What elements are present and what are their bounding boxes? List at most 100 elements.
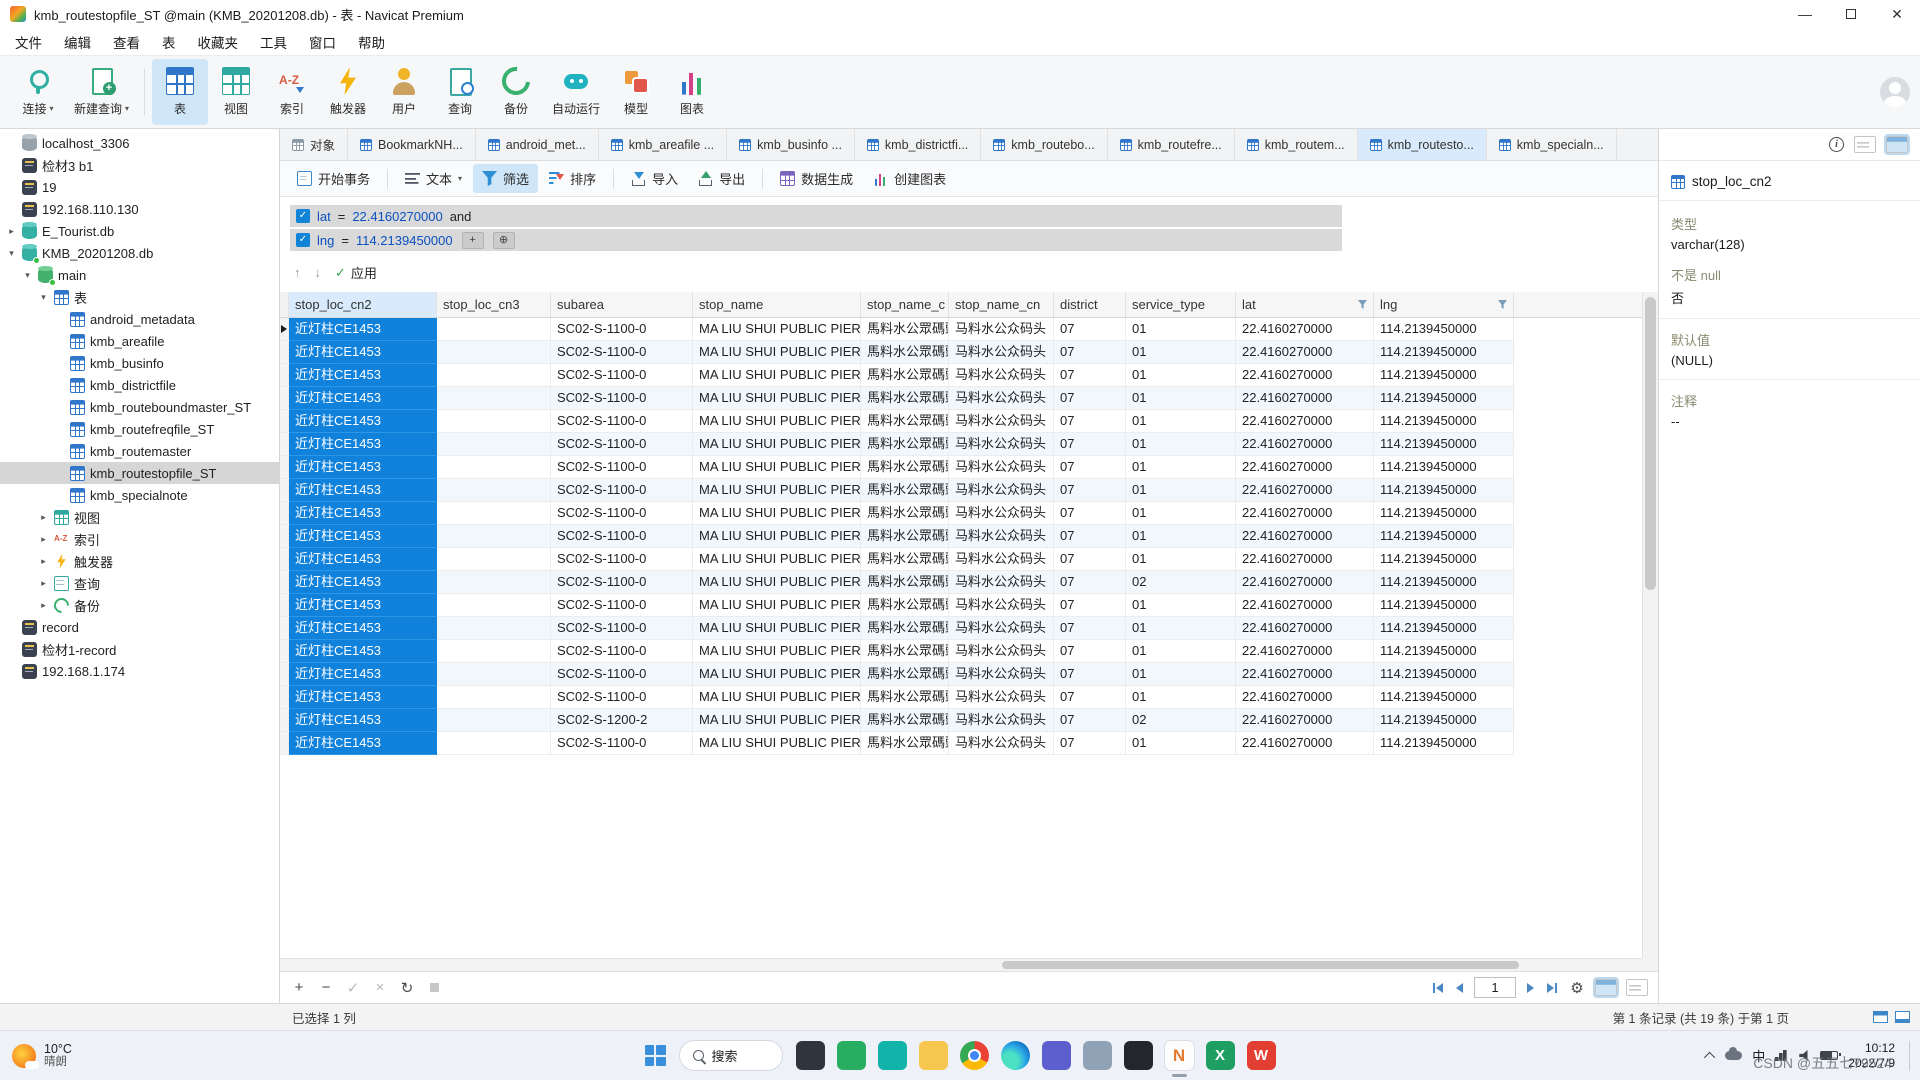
cell-lat[interactable]: 22.4160270000 <box>1236 410 1374 433</box>
index-toolbar-button[interactable]: 索引 <box>264 59 320 125</box>
cell-stop_name_c[interactable]: 馬料水公眾碼頭 <box>861 617 949 640</box>
cell-stop_name[interactable]: MA LIU SHUI PUBLIC PIER <box>693 479 861 502</box>
table-row[interactable]: 近灯柱CE1453SC02-S-1100-0MA LIU SHUI PUBLIC… <box>280 732 1642 755</box>
expand-arrow-icon[interactable]: ▸ <box>38 578 49 589</box>
start-button[interactable] <box>645 1045 666 1066</box>
cell-lng[interactable]: 114.2139450000 <box>1374 341 1514 364</box>
cell-lng[interactable]: 114.2139450000 <box>1374 502 1514 525</box>
export-button[interactable]: 导出 <box>689 164 754 193</box>
cell-lat[interactable]: 22.4160270000 <box>1236 663 1374 686</box>
taskbar-app-navicat[interactable]: N <box>1165 1041 1194 1070</box>
volume-icon[interactable] <box>1799 1050 1810 1061</box>
cell-subarea[interactable]: SC02-S-1100-0 <box>551 686 693 709</box>
cell-stop_name[interactable]: MA LIU SHUI PUBLIC PIER <box>693 502 861 525</box>
cell-lat[interactable]: 22.4160270000 <box>1236 433 1374 456</box>
model-toolbar-button[interactable]: 模型 <box>608 59 664 125</box>
cell-stop_loc_cn3[interactable] <box>437 456 551 479</box>
cell-district[interactable]: 07 <box>1054 410 1126 433</box>
vertical-scrollbar[interactable] <box>1642 292 1658 958</box>
table-row[interactable]: 近灯柱CE1453SC02-S-1100-0MA LIU SHUI PUBLIC… <box>280 410 1642 433</box>
cell-lng[interactable]: 114.2139450000 <box>1374 709 1514 732</box>
cell-lat[interactable]: 22.4160270000 <box>1236 571 1374 594</box>
cell-stop_loc_cn2[interactable]: 近灯柱CE1453 <box>289 456 437 479</box>
filter-active-icon[interactable] <box>1358 300 1367 309</box>
tab-kmb-routebound[interactable]: kmb_routebo... <box>981 129 1107 160</box>
taskbar-app-edge[interactable] <box>1001 1041 1030 1070</box>
tree-item-kmb-districtfile[interactable]: kmb_districtfile <box>0 374 279 396</box>
cell-lng[interactable]: 114.2139450000 <box>1374 617 1514 640</box>
horizontal-scrollbar[interactable] <box>280 958 1642 971</box>
filter-value[interactable]: 114.2139450000 <box>356 233 453 248</box>
cell-stop_name_cn[interactable]: 马料水公众码头 <box>949 663 1054 686</box>
cell-service_type[interactable]: 01 <box>1126 318 1236 341</box>
cell-subarea[interactable]: SC02-S-1100-0 <box>551 617 693 640</box>
cell-district[interactable]: 07 <box>1054 387 1126 410</box>
taskbar-search[interactable]: 搜索 <box>679 1040 783 1071</box>
cell-stop_name[interactable]: MA LIU SHUI PUBLIC PIER <box>693 410 861 433</box>
apply-filter-button[interactable]: ✓ 应用 <box>335 263 377 282</box>
cell-stop_name_c[interactable]: 馬料水公眾碼頭 <box>861 502 949 525</box>
ime-indicator[interactable]: 中 <box>1752 1046 1765 1065</box>
cell-stop_loc_cn2[interactable]: 近灯柱CE1453 <box>289 663 437 686</box>
filter-operator[interactable]: = <box>338 209 346 224</box>
view-toolbar-button[interactable]: 视图 <box>208 59 264 125</box>
cell-stop_name[interactable]: MA LIU SHUI PUBLIC PIER <box>693 571 861 594</box>
table-row[interactable]: 近灯柱CE1453SC02-S-1100-0MA LIU SHUI PUBLIC… <box>280 686 1642 709</box>
column-header-service_type[interactable]: service_type <box>1126 292 1236 317</box>
cell-service_type[interactable]: 02 <box>1126 709 1236 732</box>
cell-stop_loc_cn2[interactable]: 近灯柱CE1453 <box>289 617 437 640</box>
cell-service_type[interactable]: 01 <box>1126 732 1236 755</box>
menu-favorites[interactable]: 收藏夹 <box>187 32 250 52</box>
cell-stop_loc_cn2[interactable]: 近灯柱CE1453 <box>289 548 437 571</box>
cell-lng[interactable]: 114.2139450000 <box>1374 318 1514 341</box>
network-icon[interactable] <box>1775 1050 1789 1061</box>
tree-item-192-168-1-174[interactable]: 192.168.1.174 <box>0 660 279 682</box>
cell-service_type[interactable]: 01 <box>1126 548 1236 571</box>
vertical-scrollbar-thumb[interactable] <box>1645 297 1656 590</box>
cell-stop_loc_cn3[interactable] <box>437 525 551 548</box>
refresh-button[interactable]: ↻ <box>398 977 416 999</box>
table-row[interactable]: 近灯柱CE1453SC02-S-1100-0MA LIU SHUI PUBLIC… <box>280 364 1642 387</box>
cell-service_type[interactable]: 01 <box>1126 617 1236 640</box>
menu-tools[interactable]: 工具 <box>249 32 298 52</box>
tab-kmb-specialnote[interactable]: kmb_specialn... <box>1487 129 1617 160</box>
table-row[interactable]: 近灯柱CE1453SC02-S-1200-2MA LIU SHUI PUBLIC… <box>280 709 1642 732</box>
tree-item-jiancai1-record[interactable]: 检材1-record <box>0 638 279 660</box>
tree-item-backups-folder[interactable]: ▸备份 <box>0 594 279 616</box>
cell-service_type[interactable]: 01 <box>1126 387 1236 410</box>
cell-lat[interactable]: 22.4160270000 <box>1236 479 1374 502</box>
cell-stop_loc_cn2[interactable]: 近灯柱CE1453 <box>289 525 437 548</box>
cell-lat[interactable]: 22.4160270000 <box>1236 617 1374 640</box>
cell-stop_name_c[interactable]: 馬料水公眾碼頭 <box>861 364 949 387</box>
tree-item-android-metadata[interactable]: android_metadata <box>0 308 279 330</box>
cell-subarea[interactable]: SC02-S-1100-0 <box>551 479 693 502</box>
cell-service_type[interactable]: 01 <box>1126 686 1236 709</box>
cell-district[interactable]: 07 <box>1054 571 1126 594</box>
cell-stop_name_c[interactable]: 馬料水公眾碼頭 <box>861 318 949 341</box>
cell-district[interactable]: 07 <box>1054 548 1126 571</box>
cell-stop_name_cn[interactable]: 马料水公众码头 <box>949 364 1054 387</box>
cell-stop_name[interactable]: MA LIU SHUI PUBLIC PIER <box>693 387 861 410</box>
add-group-button[interactable]: ⊕ <box>493 232 515 249</box>
cell-lat[interactable]: 22.4160270000 <box>1236 594 1374 617</box>
tree-item-192-168-110-130[interactable]: 192.168.110.130 <box>0 198 279 220</box>
cell-lat[interactable]: 22.4160270000 <box>1236 456 1374 479</box>
cell-stop_loc_cn2[interactable]: 近灯柱CE1453 <box>289 571 437 594</box>
cell-stop_loc_cn3[interactable] <box>437 479 551 502</box>
cell-stop_loc_cn3[interactable] <box>437 548 551 571</box>
tree-item-indexes-folder[interactable]: ▸索引 <box>0 528 279 550</box>
cell-subarea[interactable]: SC02-S-1100-0 <box>551 456 693 479</box>
cell-subarea[interactable]: SC02-S-1100-0 <box>551 318 693 341</box>
cell-stop_name_cn[interactable]: 马料水公众码头 <box>949 456 1054 479</box>
cell-district[interactable]: 07 <box>1054 364 1126 387</box>
import-button[interactable]: 导入 <box>622 164 687 193</box>
cell-district[interactable]: 07 <box>1054 525 1126 548</box>
data-generation-button[interactable]: 数据生成 <box>771 164 862 193</box>
cell-stop_name_cn[interactable]: 马料水公众码头 <box>949 525 1054 548</box>
cell-stop_name_c[interactable]: 馬料水公眾碼頭 <box>861 548 949 571</box>
filter-value[interactable]: 22.4160270000 <box>352 209 442 224</box>
cell-stop_name[interactable]: MA LIU SHUI PUBLIC PIER <box>693 318 861 341</box>
cell-stop_loc_cn2[interactable]: 近灯柱CE1453 <box>289 640 437 663</box>
tree-item-kmb-20201208-db[interactable]: ▾KMB_20201208.db <box>0 242 279 264</box>
maximize-button[interactable] <box>1828 0 1874 28</box>
